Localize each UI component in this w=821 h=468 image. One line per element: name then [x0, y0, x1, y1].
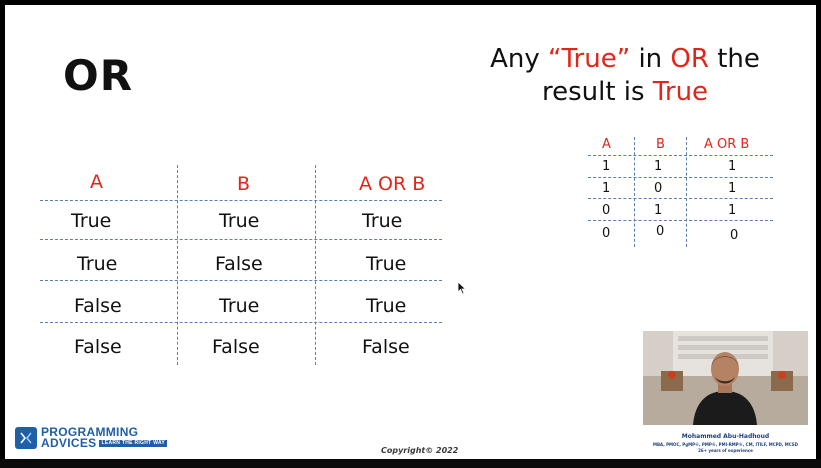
table-header-a-or-b: A OR B: [359, 173, 426, 195]
table-cell: True: [219, 295, 260, 317]
table-cell: False: [74, 336, 122, 358]
table-cell: 0: [654, 181, 663, 196]
presenter-webcam: [643, 331, 808, 425]
table-cell: True: [366, 295, 407, 317]
table-cell: False: [362, 336, 410, 358]
headline-line1: Any “True” in OR the: [475, 43, 775, 76]
table-cell: True: [366, 253, 407, 275]
programming-advices-logo: PROGRAMMING ADVICES LEARN THE RIGHT WAY: [15, 426, 168, 450]
table-cell: 1: [654, 159, 663, 174]
table-header-a-or-b: A OR B: [704, 137, 750, 152]
table-header-a: A: [90, 171, 103, 193]
bottom-strip: [0, 459, 821, 468]
presenter-video-icon: [643, 331, 808, 425]
table-divider: [40, 200, 442, 201]
table-divider: [588, 198, 773, 199]
table-cell: 1: [728, 203, 737, 218]
table-cell: 1: [728, 159, 737, 174]
headline-true-quoted: “True”: [548, 44, 631, 74]
table-cell: True: [77, 253, 118, 275]
presenter-credentials: MBA, PMOC, PgMP®, PMP®, PMI-RMP®, CM, IT…: [653, 442, 798, 447]
table-cell: False: [215, 253, 263, 275]
table-cell: True: [362, 210, 403, 232]
copyright-text: Copyright© 2022: [381, 446, 459, 455]
truth-table-words: A B A OR B True True True True False Tru…: [35, 165, 447, 365]
table-cell: 1: [602, 159, 611, 174]
table-cell: 0: [602, 226, 611, 241]
table-header-b: B: [656, 137, 665, 152]
table-divider: [315, 165, 316, 365]
table-header-a: A: [602, 137, 611, 152]
headline-text: Any: [490, 44, 549, 74]
table-cell: False: [74, 295, 122, 317]
table-divider: [686, 137, 687, 247]
table-cell: True: [71, 210, 112, 232]
table-cell: 1: [728, 181, 737, 196]
table-divider: [177, 165, 178, 365]
presenter-name: Mohammed Abu-Hadhoud: [681, 433, 770, 440]
table-cell: 0: [656, 224, 665, 239]
table-cell: 1: [654, 203, 663, 218]
table-cell: 0: [730, 228, 739, 243]
video-frame: OR Any “True” in OR the result is True A…: [0, 0, 821, 468]
headline-or: OR: [670, 44, 709, 74]
logo-tagline: LEARN THE RIGHT WAY: [99, 440, 168, 447]
headline-line2: result is True: [475, 76, 775, 109]
table-header-b: B: [237, 173, 251, 195]
table-divider: [634, 137, 635, 247]
headline-text: result is: [541, 77, 653, 107]
truth-table-binary: A B A OR B 1 1 1 1 0 1 0 1 1 0 0 0: [588, 135, 778, 250]
table-divider: [40, 239, 442, 240]
presenter-experience: 26+ years of experience: [698, 448, 753, 453]
table-cell: False: [212, 336, 260, 358]
table-divider: [588, 220, 773, 221]
table-divider: [588, 177, 773, 178]
headline-text: the: [708, 44, 760, 74]
headline-true: True: [652, 77, 709, 107]
table-cell: True: [219, 210, 260, 232]
logo-text-line2: ADVICES: [41, 436, 97, 450]
mouse-cursor-icon: [457, 281, 467, 295]
table-cell: 1: [602, 181, 611, 196]
table-divider: [40, 280, 442, 281]
table-divider: [40, 322, 442, 323]
slide: OR Any “True” in OR the result is True A…: [5, 5, 816, 459]
slide-title: OR: [63, 51, 134, 100]
logo-icon: [15, 427, 37, 449]
table-cell: 0: [602, 203, 611, 218]
table-divider: [588, 155, 773, 156]
headline: Any “True” in OR the result is True: [475, 43, 775, 109]
headline-text: in: [630, 44, 671, 74]
